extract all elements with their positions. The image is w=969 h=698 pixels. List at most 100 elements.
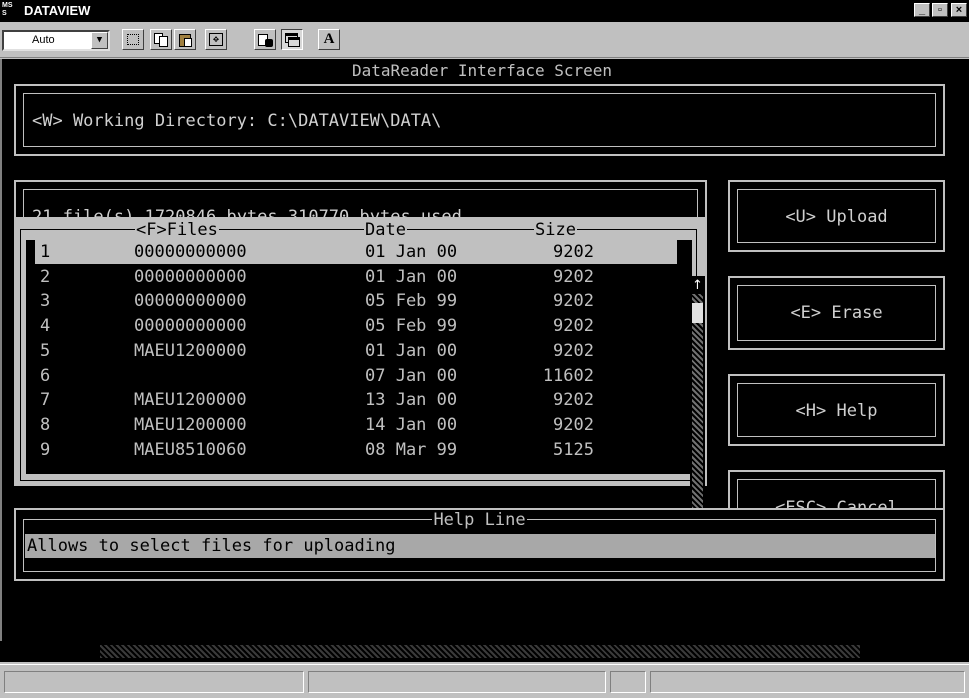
- file-date: 13 Jan 00: [365, 390, 458, 411]
- erase-button-label: <E> Erase: [790, 303, 883, 323]
- row-marker: [26, 437, 35, 462]
- mark-button[interactable]: [122, 29, 144, 50]
- full-screen-icon: ✥: [209, 33, 223, 46]
- file-list-row[interactable]: 6 07 Jan 00 11602: [26, 363, 692, 388]
- file-date: 07 Jan 00: [365, 365, 458, 386]
- row-number: 2: [40, 266, 51, 287]
- help-line-panel: Help Line Allows to select files for upl…: [14, 508, 945, 581]
- font-size-select[interactable]: Auto ▼: [2, 30, 110, 51]
- maximize-icon: ▫: [938, 4, 942, 16]
- file-size: 9202: [553, 414, 594, 435]
- close-icon: ×: [955, 4, 963, 16]
- row-number: 6: [40, 365, 51, 386]
- upload-button-label: <U> Upload: [785, 207, 888, 227]
- file-date: 05 Feb 99: [365, 316, 458, 337]
- upload-button[interactable]: <U> Upload: [728, 180, 945, 252]
- window-title: DATAVIEW: [24, 3, 91, 18]
- file-name: MAEU1200000: [134, 414, 247, 435]
- row-marker: [26, 240, 35, 264]
- file-date: 08 Mar 99: [365, 439, 458, 460]
- file-list[interactable]: <F>Files Date Size 1 00000000000 01 Jan 00…: [14, 217, 707, 486]
- file-list-scrollbar[interactable]: ↑ ↓: [690, 276, 705, 544]
- file-list-body: 1 00000000000 01 Jan 00 9202 2 00000000000 01 …: [26, 240, 692, 474]
- file-size: 5125: [553, 439, 594, 460]
- scroll-up-arrow-icon[interactable]: ↑: [690, 278, 705, 294]
- scrollbar-thumb[interactable]: [692, 303, 703, 323]
- file-size: 11602: [542, 365, 594, 386]
- date-column-header: Date: [364, 220, 407, 240]
- file-size: 9202: [553, 242, 594, 262]
- file-name: MAEU1200000: [134, 390, 247, 411]
- row-number: 9: [40, 439, 51, 460]
- scrollbar-track[interactable]: [692, 294, 703, 526]
- size-column-header: Size: [534, 220, 577, 240]
- help-line-label: Help Line: [432, 510, 527, 530]
- row-marker: [26, 388, 35, 413]
- file-date: 05 Feb 99: [365, 291, 458, 312]
- maximize-button[interactable]: ▫: [932, 3, 948, 17]
- help-line-text: Allows to select files for uploading: [27, 536, 396, 556]
- toolbar: Auto ▼ ✥ A: [0, 22, 969, 58]
- file-list-row[interactable]: 9 MAEU8510060 08 Mar 99 5125: [26, 437, 692, 462]
- file-size: 9202: [553, 390, 594, 411]
- file-list-row[interactable]: 4 00000000000 05 Feb 99 9202: [26, 314, 692, 339]
- row-marker: [26, 289, 35, 314]
- row-number: 1: [40, 242, 51, 262]
- marquee-icon: [127, 34, 139, 45]
- file-list-row[interactable]: 7 MAEU1200000 13 Jan 00 9202: [26, 388, 692, 413]
- copy-button[interactable]: [150, 29, 172, 50]
- file-list-row[interactable]: 2 00000000000 01 Jan 00 9202: [26, 264, 692, 289]
- close-button[interactable]: ×: [951, 3, 967, 17]
- font-button[interactable]: A: [318, 29, 340, 50]
- file-name: 00000000000: [134, 316, 247, 337]
- file-list-row[interactable]: 8 MAEU1200000 14 Jan 00 9202: [26, 412, 692, 437]
- status-cell: [650, 671, 965, 693]
- file-list-row[interactable]: 3 00000000000 05 Feb 99 9202: [26, 289, 692, 314]
- file-size: 9202: [553, 291, 594, 312]
- chevron-down-icon[interactable]: ▼: [91, 32, 108, 49]
- paste-button[interactable]: [174, 29, 196, 50]
- help-button-label: <H> Help: [795, 401, 878, 421]
- minimize-button[interactable]: _: [914, 3, 930, 17]
- status-cell: [610, 671, 646, 693]
- horizontal-scrollbar[interactable]: [0, 641, 969, 662]
- row-number: 4: [40, 316, 51, 337]
- file-list-row[interactable]: 5 MAEU1200000 01 Jan 00 9202: [26, 338, 692, 363]
- selection-cursor: [677, 240, 692, 264]
- erase-button[interactable]: <E> Erase: [728, 276, 945, 350]
- file-name: MAEU8510060: [134, 439, 247, 460]
- minimize-icon: _: [918, 4, 926, 16]
- file-name: 00000000000: [134, 266, 247, 287]
- working-directory-text: <W> Working Directory: C:\DATAVIEW\DATA\: [32, 111, 442, 131]
- font-size-value: Auto: [32, 34, 55, 46]
- file-date: 01 Jan 00: [365, 242, 458, 262]
- properties-button[interactable]: [254, 29, 276, 50]
- file-name: MAEU1200000: [134, 340, 247, 361]
- file-list-row[interactable]: 1 00000000000 01 Jan 00 9202: [26, 240, 692, 264]
- row-marker: [26, 314, 35, 339]
- row-marker: [26, 412, 35, 437]
- row-marker: [26, 338, 35, 363]
- status-cell: [4, 671, 304, 693]
- working-directory-panel[interactable]: <W> Working Directory: C:\DATAVIEW\DATA\: [14, 84, 945, 156]
- background-button[interactable]: [281, 29, 303, 50]
- row-number: 7: [40, 390, 51, 411]
- files-column-header[interactable]: <F>Files: [135, 220, 219, 240]
- status-bar: [0, 664, 969, 698]
- file-date: 01 Jan 00: [365, 340, 458, 361]
- help-button[interactable]: <H> Help: [728, 374, 945, 446]
- help-line-bar: Allows to select files for uploading: [25, 534, 935, 558]
- row-number: 8: [40, 414, 51, 435]
- file-date: 01 Jan 00: [365, 266, 458, 287]
- row-number: 3: [40, 291, 51, 312]
- screen-title: DataReader Interface Screen: [2, 61, 962, 81]
- file-name: 00000000000: [134, 291, 247, 312]
- file-size: 9202: [553, 266, 594, 287]
- file-date: 14 Jan 00: [365, 414, 458, 435]
- font-icon: A: [323, 31, 335, 47]
- row-marker: [26, 363, 35, 388]
- full-screen-button[interactable]: ✥: [205, 29, 227, 50]
- file-name: 00000000000: [134, 242, 247, 262]
- ms-dos-app-icon[interactable]: MS S: [2, 2, 13, 18]
- horizontal-scrollbar-track[interactable]: [100, 645, 860, 658]
